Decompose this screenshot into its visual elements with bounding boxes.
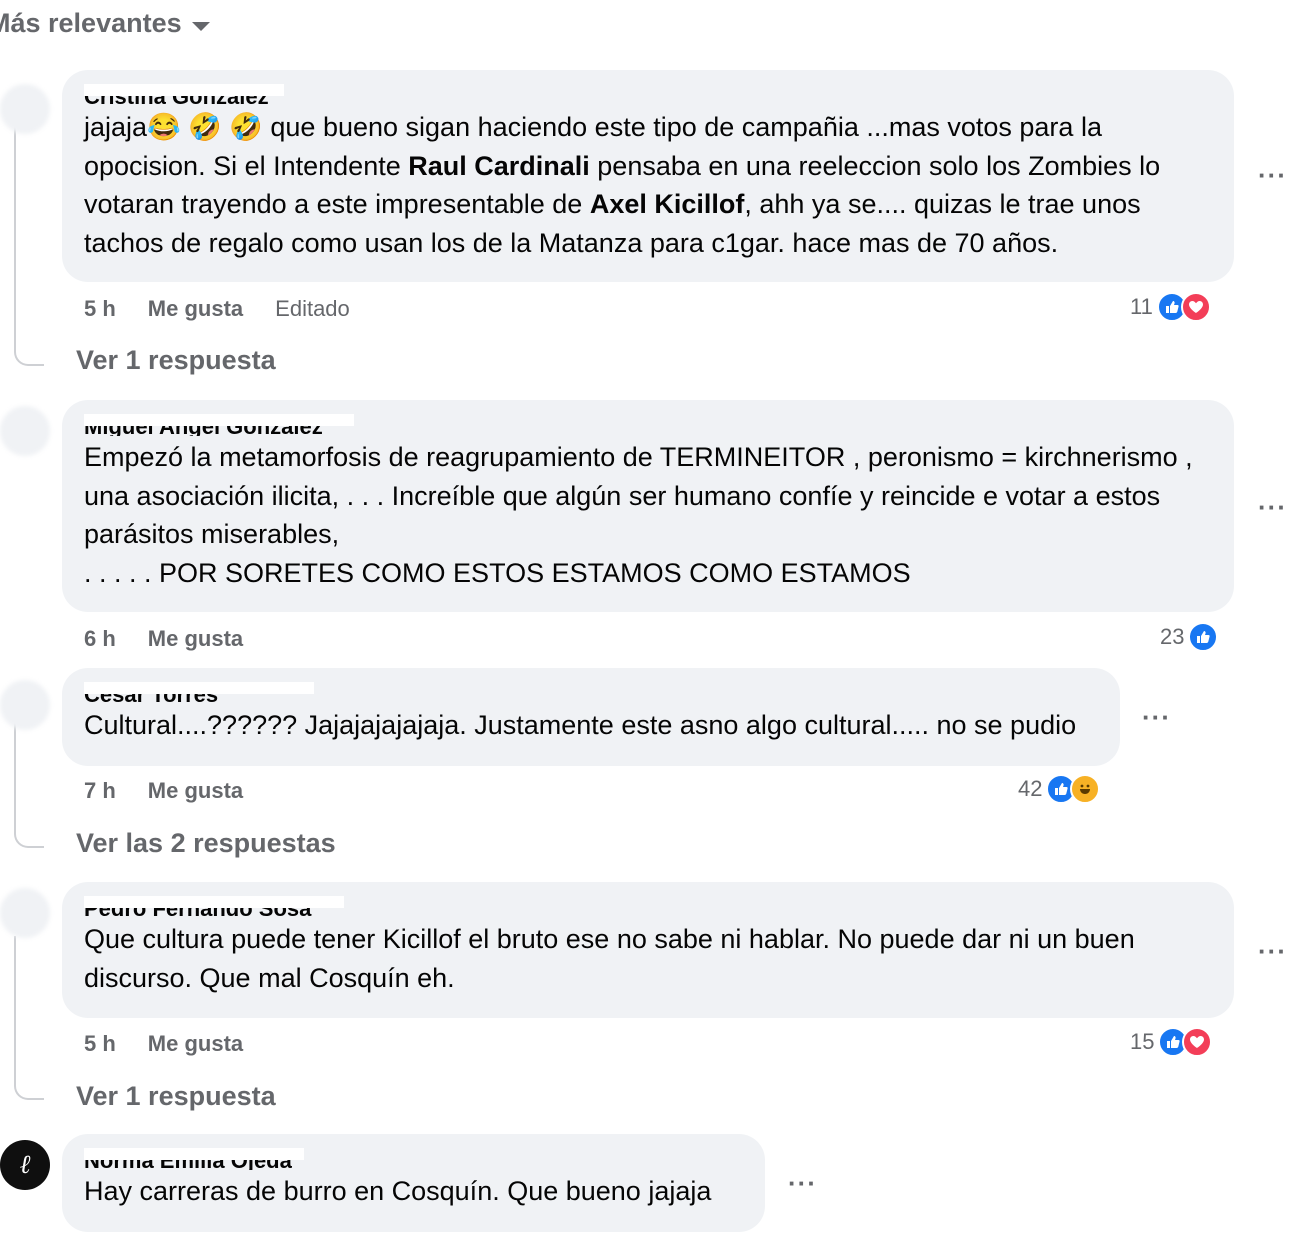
- sort-comments-dropdown[interactable]: Más relevantes: [0, 8, 210, 39]
- view-replies-link[interactable]: Ver las 2 respuestas: [76, 828, 336, 859]
- avatar[interactable]: [0, 84, 50, 134]
- comment-bubble: Miguel Angel Gonzalez Empezó la metamorf…: [62, 400, 1234, 612]
- view-replies-link[interactable]: Ver 1 respuesta: [76, 345, 276, 376]
- more-options-icon[interactable]: ···: [1142, 702, 1171, 733]
- comment-time[interactable]: 7 h: [84, 778, 116, 804]
- avatar[interactable]: [0, 680, 50, 730]
- reply-thread-line: [14, 720, 44, 848]
- reaction-summary[interactable]: 11: [1130, 292, 1211, 322]
- comment-bubble: Pedro Fernando Sosa Que cultura puede te…: [62, 882, 1234, 1018]
- comment-text: Empezó la metamorfosis de reagrupamiento…: [84, 442, 1193, 588]
- view-replies-link[interactable]: Ver 1 respuesta: [76, 1081, 276, 1112]
- comment-time[interactable]: 5 h: [84, 1031, 116, 1057]
- comment-author[interactable]: Pedro Fernando Sosa: [84, 896, 1212, 918]
- edited-label[interactable]: Editado: [275, 296, 350, 322]
- love-reaction-icon: [1182, 1027, 1213, 1057]
- caret-down-icon: [191, 22, 210, 31]
- reply-thread-line: [14, 936, 44, 1100]
- love-reaction-icon: [1180, 292, 1211, 322]
- like-button[interactable]: Me gusta: [148, 296, 243, 322]
- comment-text: Hay carreras de burro en Cosquín. Que bu…: [84, 1176, 712, 1206]
- reaction-summary[interactable]: 15: [1130, 1027, 1213, 1057]
- more-options-icon[interactable]: ···: [788, 1168, 817, 1199]
- more-options-icon[interactable]: ···: [1258, 492, 1287, 523]
- like-button[interactable]: Me gusta: [148, 1031, 243, 1057]
- comment-time[interactable]: 6 h: [84, 626, 116, 652]
- reaction-summary[interactable]: 23: [1160, 622, 1219, 652]
- reaction-summary[interactable]: 42: [1018, 774, 1101, 804]
- reaction-count: 11: [1130, 294, 1153, 319]
- avatar-monogram-icon: ℓ: [19, 1150, 31, 1180]
- comment-actions: 5 h Me gusta Editado: [84, 296, 350, 322]
- comment-author[interactable]: Miguel Angel Gonzalez: [84, 414, 1212, 436]
- comment-actions: 7 h Me gusta: [84, 778, 243, 804]
- reaction-count: 15: [1130, 1029, 1155, 1054]
- comment-text: Que cultura puede tener Kicillof el brut…: [84, 924, 1135, 993]
- more-options-icon[interactable]: ···: [1258, 936, 1287, 967]
- like-button[interactable]: Me gusta: [148, 778, 243, 804]
- comment-bubble: Cristina Gonzalez jajaja😂 🤣 🤣 que bueno …: [62, 70, 1234, 282]
- reaction-count: 23: [1160, 624, 1185, 649]
- comment-author[interactable]: Cristina Gonzalez: [84, 84, 1212, 106]
- comment-bubble: César Torres Cultural....?????? Jajajaja…: [62, 668, 1120, 766]
- avatar[interactable]: [0, 406, 50, 456]
- like-reaction-icon: [1188, 622, 1219, 652]
- sort-label: Más relevantes: [0, 8, 182, 38]
- comment-time[interactable]: 5 h: [84, 296, 116, 322]
- comment-actions: 6 h Me gusta: [84, 626, 243, 652]
- like-button[interactable]: Me gusta: [148, 626, 243, 652]
- comment-text: jajaja😂 🤣 🤣 que bueno sigan haciendo est…: [84, 112, 1161, 258]
- haha-reaction-icon: [1070, 774, 1101, 804]
- avatar[interactable]: [0, 888, 50, 938]
- comment-bubble: Norma Emilia Ojeda Hay carreras de burro…: [62, 1134, 765, 1232]
- more-options-icon[interactable]: ···: [1258, 160, 1287, 191]
- reply-thread-line: [14, 110, 44, 366]
- comment-text: Cultural....?????? Jajajajajajaja. Justa…: [84, 710, 1077, 740]
- comment-author[interactable]: Norma Emilia Ojeda: [84, 1148, 743, 1170]
- comment-author[interactable]: César Torres: [84, 682, 1098, 704]
- reaction-count: 42: [1018, 776, 1043, 801]
- avatar[interactable]: ℓ: [0, 1140, 50, 1190]
- comment-actions: 5 h Me gusta: [84, 1031, 243, 1057]
